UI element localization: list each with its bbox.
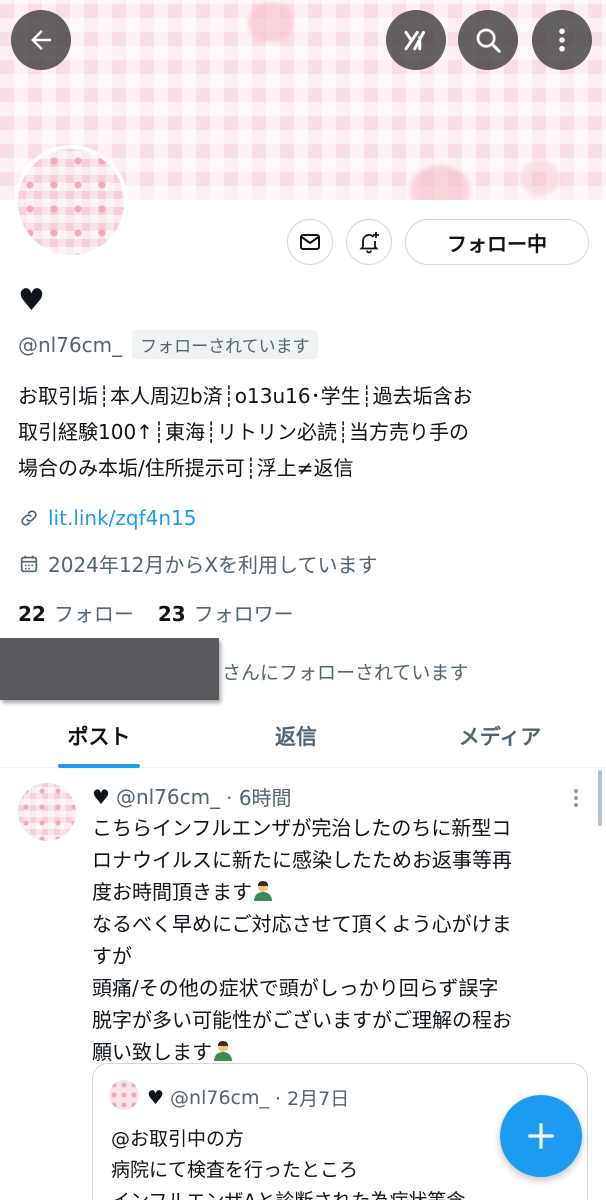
person-bowing-emoji-icon [254,881,272,901]
post-text: こちらインフルエンザが完治したのちに新型コ ロナウイルスに新たに感染したためお返… [92,812,592,1068]
compose-button[interactable] [500,1095,582,1177]
joined-row: 2024年12月からXを利用しています [18,549,377,578]
quote-author-name: ♥ [147,1086,165,1109]
search-button[interactable] [458,10,518,70]
follows-you-badge: フォローされています [132,330,318,359]
post-header: ♥ @nl76cm_ · 6時間 [92,782,292,811]
following-count: 22 [18,602,46,626]
profile-handle: @nl76cm_ [18,332,123,357]
post-line: ロナウイルスに新たに感染したためお返事等再 [92,848,512,872]
post-line: なるべく早めにご対応させて頂くよう心がけま [92,912,512,936]
plus-icon [528,1123,554,1149]
envelope-icon [300,234,320,250]
joined-date: 2024年12月からXを利用しています [48,553,378,577]
redaction-block [0,638,219,700]
scrollbar[interactable] [598,770,602,826]
link-icon [21,510,37,526]
quote-text: @お取引中の方 病院にて検査を行ったところ インフルエンザAと診断された為症状等… [111,1124,465,1200]
notifications-button[interactable] [346,219,392,265]
post-line-with-emoji: 度お時間頂きます [92,876,592,908]
bell-plus-icon [359,232,379,254]
post-line: 願い致します [92,1040,212,1064]
post-line: すが [92,944,132,968]
followers-stat[interactable]: 23 フォロワー [158,598,294,627]
following-stat[interactable]: 22 フォロー [18,598,134,627]
bio-line: お取引垢┊本人周辺b済┊o13u16･学生┊過去垢含お [18,384,473,408]
bio-line: 取引経験100↑┊東海┊リトリン必読┊当方売り手の [18,420,470,444]
follow-stats: 22 フォロー 23 フォロワー [18,598,294,627]
following-label: フォロー [53,602,134,626]
quote-line: インフルエンザAと診断された為症状等含 [111,1186,465,1200]
post-author-handle[interactable]: @nl76cm_ [116,785,220,809]
post-line: 脱字が多い可能性がございますがご理解の程お [92,1008,512,1032]
post-avatar[interactable] [18,783,76,841]
grok-icon [404,31,425,51]
more-vertical-icon[interactable] [566,786,586,810]
quote-header: ♥ @nl76cm_ · 2月7日 [147,1084,349,1111]
profile-link[interactable]: lit.link/zqf4n15 [48,506,197,530]
profile-link-row[interactable]: lit.link/zqf4n15 [18,506,197,530]
bio-line: 場合のみ本垢/住所提示可┊浮上≠返信 [18,456,354,480]
back-button[interactable] [11,10,71,70]
message-button[interactable] [287,219,333,265]
grok-button[interactable] [386,10,446,70]
followed-by-text[interactable]: さんにフォローされています [222,658,468,685]
tab-replies[interactable]: 返信 [236,704,356,768]
followers-label: フォロワー [193,602,294,626]
post-author-name[interactable]: ♥ [92,785,110,809]
quote-line: @お取引中の方 [111,1128,245,1150]
followers-count: 23 [157,602,186,626]
post-line: 度お時間頂きます [92,880,252,904]
more-button[interactable] [532,10,592,70]
post-line: こちらインフルエンザが完治したのちに新型コ [92,816,512,840]
arrow-left-icon [31,30,51,50]
post-line: 頭痛/その他の症状で頭がしっかり回らず誤字 [92,976,499,1000]
more-vertical-icon [559,28,565,52]
quote-author-handle: @nl76cm_ [170,1086,269,1109]
profile-avatar[interactable] [14,145,128,259]
profile-tabs: ポスト 返信 メディア [0,704,606,768]
calendar-icon [20,555,38,572]
following-button[interactable]: フォロー中 [405,219,589,265]
search-icon [476,28,501,53]
profile-name: ♥ [18,283,45,318]
post-time[interactable]: · 6時間 [226,782,291,811]
handle-row: @nl76cm_ フォローされています [18,330,318,359]
quote-time: · 2月7日 [275,1088,350,1110]
quote-line: 病院にて検査を行ったところ [111,1159,359,1181]
tab-posts[interactable]: ポスト [40,704,158,768]
quote-avatar [109,1080,139,1110]
profile-bio: お取引垢┊本人周辺b済┊o13u16･学生┊過去垢含お 取引経験100↑┊東海┊… [18,378,588,486]
person-bowing-emoji-icon [214,1041,232,1061]
tab-media[interactable]: メディア [430,704,570,768]
active-tab-indicator [58,764,140,768]
